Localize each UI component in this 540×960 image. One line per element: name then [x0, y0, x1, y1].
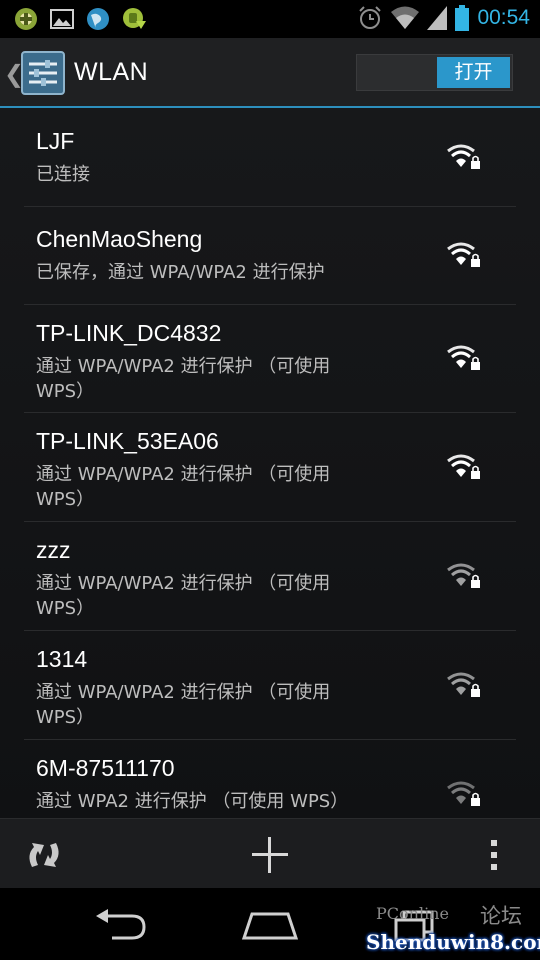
- network-status: 通过 WPA/WPA2 进行保护 （可使用 WPS）: [36, 571, 406, 621]
- page-title: WLAN: [74, 58, 149, 86]
- network-ssid: LJF: [36, 128, 75, 154]
- network-status: 已连接: [36, 162, 406, 187]
- network-ssid: 6M-87511170: [36, 755, 175, 781]
- wifi-secured-icon: [447, 454, 480, 479]
- scan-icon[interactable]: [22, 833, 66, 877]
- network-row[interactable]: zzz 通过 WPA/WPA2 进行保护 （可使用 WPS）: [24, 521, 516, 631]
- network-row[interactable]: TP-LINK_DC4832 通过 WPA/WPA2 进行保护 （可使用 WPS）: [24, 304, 516, 413]
- home-icon[interactable]: [240, 908, 300, 942]
- wifi-secured-icon: [447, 345, 480, 370]
- wifi-secured-icon: [447, 672, 480, 697]
- watermark-line1: PConline: [376, 904, 449, 923]
- android-download-icon: [123, 8, 146, 29]
- network-row[interactable]: 1314 通过 WPA/WPA2 进行保护 （可使用 WPS）: [24, 630, 516, 740]
- picture-icon: [50, 9, 74, 29]
- wifi-secured-icon: [447, 242, 480, 267]
- globe-icon: [87, 8, 109, 30]
- network-status: 通过 WPA/WPA2 进行保护 （可使用 WPS）: [36, 680, 406, 730]
- network-status-line: WPS）: [36, 598, 95, 619]
- wifi-secured-icon: [447, 563, 480, 588]
- wifi-toggle-label: 打开: [437, 57, 510, 88]
- watermark: PConline 论坛 Shenduwin8.com: [364, 896, 540, 960]
- network-ssid: TP-LINK_53EA06: [36, 428, 219, 454]
- add-icon[interactable]: [248, 833, 292, 877]
- network-list[interactable]: LJF 已连接 ChenMaoSheng 已保存，通过 WPA/WPA2 进行保护 TP…: [0, 108, 540, 818]
- network-row[interactable]: LJF 已连接: [24, 108, 516, 207]
- network-row[interactable]: 6M-87511170 通过 WPA2 进行保护 （可使用 WPS）: [24, 739, 516, 818]
- network-ssid: ChenMaoSheng: [36, 226, 203, 252]
- wifi-secured-icon: [447, 144, 480, 169]
- back-icon[interactable]: [92, 908, 148, 942]
- network-status-line: WPS）: [36, 489, 95, 510]
- status-bar: 00:54: [0, 0, 540, 38]
- watermark-line2: Shenduwin8.com: [366, 930, 540, 954]
- network-status-line: 通过 WPA/WPA2 进行保护 （可使用: [36, 356, 331, 377]
- game-controller-icon: [15, 8, 37, 30]
- clock: 00:54: [477, 6, 530, 29]
- network-status: 通过 WPA2 进行保护 （可使用 WPS）: [36, 789, 406, 814]
- network-row[interactable]: ChenMaoSheng 已保存，通过 WPA/WPA2 进行保护: [24, 206, 516, 305]
- watermark-line1b: 论坛: [480, 904, 522, 928]
- network-status-line: 已连接: [36, 164, 90, 185]
- network-row[interactable]: TP-LINK_53EA06 通过 WPA/WPA2 进行保护 （可使用 WPS）: [24, 412, 516, 522]
- network-status: 已保存，通过 WPA/WPA2 进行保护: [36, 260, 406, 285]
- network-ssid: zzz: [36, 537, 71, 563]
- network-status: 通过 WPA/WPA2 进行保护 （可使用 WPS）: [36, 354, 406, 404]
- wifi-secured-icon: [447, 781, 480, 806]
- network-status-line: 已保存，通过 WPA/WPA2 进行保护: [36, 262, 325, 283]
- bottom-action-bar: [0, 818, 540, 889]
- network-status-line: 通过 WPA/WPA2 进行保护 （可使用: [36, 573, 331, 594]
- network-status-line: WPS）: [36, 381, 95, 402]
- network-status: 通过 WPA/WPA2 进行保护 （可使用 WPS）: [36, 462, 406, 512]
- alarm-icon: [359, 6, 382, 29]
- network-status-line: WPS）: [36, 707, 95, 728]
- network-status-line: 通过 WPA/WPA2 进行保护 （可使用: [36, 682, 331, 703]
- wifi-icon: [391, 6, 420, 29]
- network-status-line: 通过 WPA2 进行保护 （可使用 WPS）: [36, 791, 349, 812]
- action-bar: ❮ WLAN 打开: [0, 38, 540, 108]
- wifi-toggle[interactable]: 打开: [356, 54, 513, 91]
- network-ssid: TP-LINK_DC4832: [36, 320, 222, 346]
- settings-app-icon[interactable]: [21, 51, 65, 95]
- network-ssid: 1314: [36, 646, 88, 672]
- network-status-line: 通过 WPA/WPA2 进行保护 （可使用: [36, 464, 331, 485]
- overflow-menu-icon[interactable]: [472, 833, 516, 877]
- battery-icon: [455, 5, 470, 31]
- signal-icon: [427, 6, 448, 30]
